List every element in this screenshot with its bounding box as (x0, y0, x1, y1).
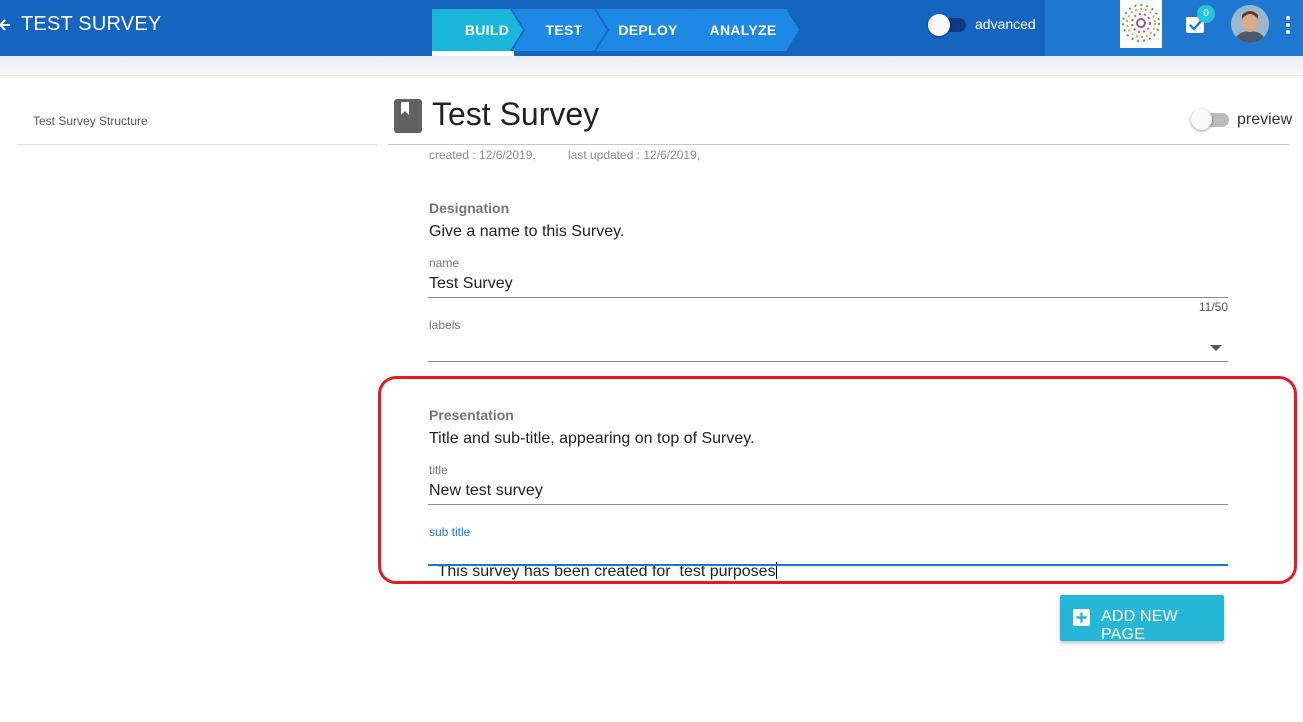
plus-icon (1073, 609, 1090, 626)
brand-logo-mark (1122, 4, 1160, 42)
bookmark-icon (394, 99, 422, 133)
designation-heading: Designation (429, 200, 510, 216)
workflow-steps: BUILD TEST DEPLOY ANALYZE (432, 9, 802, 56)
name-field[interactable]: Test Survey (429, 275, 513, 293)
app-title: TEST SURVEY (21, 13, 162, 35)
title-field-label: title (429, 463, 448, 477)
page-title: Test Survey (432, 96, 600, 132)
step-analyze-label: ANALYZE (709, 22, 777, 38)
subtitle-field-underline (428, 564, 1228, 566)
step-test[interactable]: TEST (512, 9, 607, 56)
advanced-toggle-thumb (928, 14, 950, 36)
survey-structure-title[interactable]: Test Survey Structure (33, 114, 148, 128)
title-divider (388, 144, 1289, 145)
preview-toggle-thumb (1191, 109, 1212, 130)
created-date: created : 12/6/2019, (429, 148, 536, 162)
step-analyze[interactable]: ANALYZE (688, 9, 802, 56)
subtitle-field-label: sub title (429, 525, 471, 539)
step-build[interactable]: BUILD (432, 9, 523, 56)
more-vert-icon[interactable] (1283, 14, 1293, 36)
chevron-down-icon[interactable] (1210, 344, 1222, 352)
add-new-page-label: ADD NEW PAGE (1101, 608, 1178, 643)
labels-field-label: labels (429, 318, 461, 332)
labels-select[interactable] (428, 361, 1228, 362)
header-shadow (0, 56, 1303, 76)
name-field-underline (428, 297, 1228, 298)
subtitle-field-wrapper[interactable]: This survey has been created for test pu… (429, 544, 777, 581)
preview-label: preview (1237, 111, 1293, 128)
advanced-toggle[interactable] (928, 14, 968, 36)
name-field-label: name (429, 256, 460, 270)
preview-toggle[interactable] (1189, 109, 1231, 131)
updated-date: last updated : 12/6/2019, (568, 148, 701, 162)
user-avatar[interactable] (1231, 5, 1269, 43)
brand-logo (1120, 0, 1162, 48)
advanced-label: advanced (975, 16, 1036, 32)
name-char-counter: 11/50 (1198, 300, 1228, 314)
presentation-description: Title and sub-title, appearing on top of… (429, 430, 755, 447)
avatar-image (1231, 5, 1269, 43)
sidebar-divider (17, 144, 377, 145)
step-test-label: TEST (545, 22, 583, 38)
back-arrow-icon[interactable] (0, 16, 12, 34)
title-field-underline (428, 504, 1228, 505)
title-field[interactable]: New test survey (429, 482, 543, 500)
designation-description: Give a name to this Survey. (429, 223, 625, 240)
add-new-page-button[interactable]: ADD NEW PAGE (1060, 595, 1224, 643)
presentation-heading: Presentation (429, 407, 514, 423)
notification-badge: 0 (1197, 5, 1215, 23)
step-deploy-label: DEPLOY (618, 22, 678, 38)
top-app-bar: TEST SURVEY BUILD TEST DEPLOY ANALYZE ad… (0, 0, 1303, 56)
